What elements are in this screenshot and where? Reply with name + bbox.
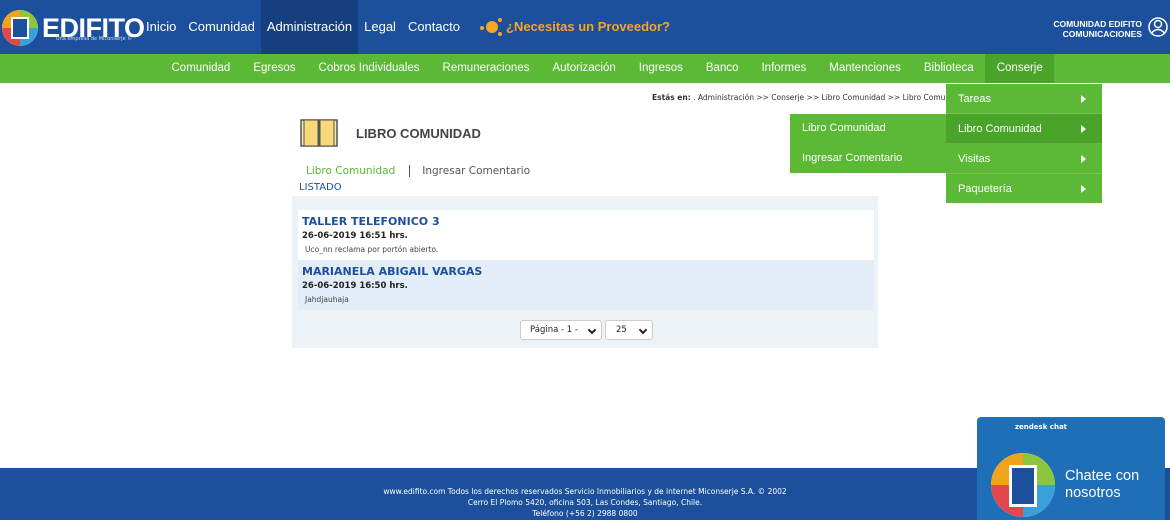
entry-author: TALLER TELEFONICO 3 xyxy=(302,215,440,228)
chat-cta: Chatee con nosotros xyxy=(1065,468,1140,501)
menu-item-libro-comunidad[interactable]: Libro Comunidad xyxy=(946,114,1102,144)
page-title: LIBRO COMUNIDAD xyxy=(356,126,481,141)
book-icon xyxy=(300,119,338,147)
entries-list: TALLER TELEFONICO 3 26-06-2019 16:51 hrs… xyxy=(292,196,878,348)
subnav-comunidad[interactable]: Comunidad xyxy=(160,54,242,83)
nav-administracion[interactable]: Administración xyxy=(260,0,359,54)
tab-libro-comunidad[interactable]: Libro Comunidad xyxy=(306,165,411,177)
page-select-value: Página - 1 - xyxy=(530,325,578,335)
nav-legal[interactable]: Legal xyxy=(358,0,402,54)
entry-date: 26-06-2019 16:51 hrs. xyxy=(302,231,408,241)
entry-text: Uco_nn reclama por portón abierto. xyxy=(305,245,439,254)
per-page-select[interactable]: 25 xyxy=(605,320,653,340)
top-header: EDIFITO Una empresa de Miconserje © Inic… xyxy=(0,0,1170,54)
list-heading: LISTADO xyxy=(299,182,342,193)
subnav-banco[interactable]: Banco xyxy=(694,54,750,83)
account-line1: COMUNIDAD EDIFITO xyxy=(1053,19,1142,29)
breadcrumb-path[interactable]: . Administración >> Conserje >> Libro Co… xyxy=(693,93,950,102)
menu-item-label: Paquetería xyxy=(958,183,1012,195)
conserje-dropdown: Tareas Libro Comunidad Visitas Paqueterí… xyxy=(946,84,1102,203)
subnav-egresos[interactable]: Egresos xyxy=(242,54,307,83)
edifito-logo[interactable]: EDIFITO xyxy=(2,8,145,48)
per-page-value: 25 xyxy=(616,325,627,335)
chat-avatar-icon xyxy=(991,453,1055,517)
breadcrumb: Estás en: . Administración >> Conserje >… xyxy=(652,93,950,102)
section-nav: Comunidad Egresos Cobros Individuales Re… xyxy=(0,54,1170,83)
entry-date: 26-06-2019 16:50 hrs. xyxy=(302,281,408,291)
nav-contacto[interactable]: Contacto xyxy=(402,0,466,54)
subnav-biblioteca[interactable]: Biblioteca xyxy=(912,54,985,83)
page-select[interactable]: Página - 1 - xyxy=(520,320,602,340)
entry-text: Jahdjauhaja xyxy=(305,295,349,304)
subnav-remuneraciones[interactable]: Remuneraciones xyxy=(431,54,541,83)
caret-right-icon xyxy=(1081,185,1086,193)
chat-widget[interactable]: zendesk chat Chatee con nosotros xyxy=(977,417,1165,520)
chat-brand: zendesk chat xyxy=(1014,423,1068,431)
chevron-down-icon xyxy=(638,325,648,335)
caret-right-icon xyxy=(1081,125,1086,133)
menu-item-label: Tareas xyxy=(958,93,992,105)
entry-author: MARIANELA ABIGAIL VARGAS xyxy=(302,265,483,278)
menu-item-tareas[interactable]: Tareas xyxy=(946,84,1102,114)
subnav-conserje[interactable]: Conserje xyxy=(985,54,1055,83)
provider-cta-label: ¿Necesitas un Proveedor? xyxy=(505,19,670,34)
caret-right-icon xyxy=(1081,155,1086,163)
submenu-ingresar-comentario[interactable]: Ingresar Comentario xyxy=(790,144,946,173)
main-nav: Inicio Comunidad Administración Legal Co… xyxy=(140,0,676,54)
brand-tagline: Una empresa de Miconserje © xyxy=(56,36,133,42)
menu-item-visitas[interactable]: Visitas xyxy=(946,144,1102,174)
menu-item-label: Visitas xyxy=(958,153,991,165)
nav-comunidad[interactable]: Comunidad xyxy=(182,0,261,54)
subnav-ingresos[interactable]: Ingresos xyxy=(627,54,694,83)
menu-item-label: Libro Comunidad xyxy=(958,123,1042,135)
subnav-cobros-individuales[interactable]: Cobros Individuales xyxy=(307,54,431,83)
caret-right-icon xyxy=(1081,95,1086,103)
submenu-libro-comunidad[interactable]: Libro Comunidad xyxy=(790,114,946,143)
list-item[interactable]: TALLER TELEFONICO 3 26-06-2019 16:51 hrs… xyxy=(298,210,874,260)
user-icon[interactable] xyxy=(1148,16,1168,38)
account-name[interactable]: COMUNIDAD EDIFITO COMUNICACIONES xyxy=(1053,19,1142,39)
building-logo-icon xyxy=(2,10,38,46)
libro-comunidad-submenu: Libro Comunidad Ingresar Comentario xyxy=(790,114,946,173)
provider-cta-link[interactable]: ¿Necesitas un Proveedor? xyxy=(466,0,676,54)
chevron-down-icon xyxy=(587,325,597,335)
breadcrumb-label: Estás en: xyxy=(652,93,691,102)
list-item[interactable]: MARIANELA ABIGAIL VARGAS 26-06-2019 16:5… xyxy=(298,260,874,310)
menu-item-paqueteria[interactable]: Paquetería xyxy=(946,174,1102,204)
subnav-mantenciones[interactable]: Mantenciones xyxy=(818,54,913,83)
provider-icon xyxy=(479,18,502,36)
subnav-informes[interactable]: Informes xyxy=(750,54,818,83)
account-line2: COMUNICACIONES xyxy=(1062,29,1142,39)
page-tabs: Libro Comunidad Ingresar Comentario xyxy=(306,165,530,177)
tab-ingresar-comentario[interactable]: Ingresar Comentario xyxy=(410,165,530,177)
subnav-autorizacion[interactable]: Autorización xyxy=(541,54,627,83)
nav-inicio[interactable]: Inicio xyxy=(140,0,182,54)
